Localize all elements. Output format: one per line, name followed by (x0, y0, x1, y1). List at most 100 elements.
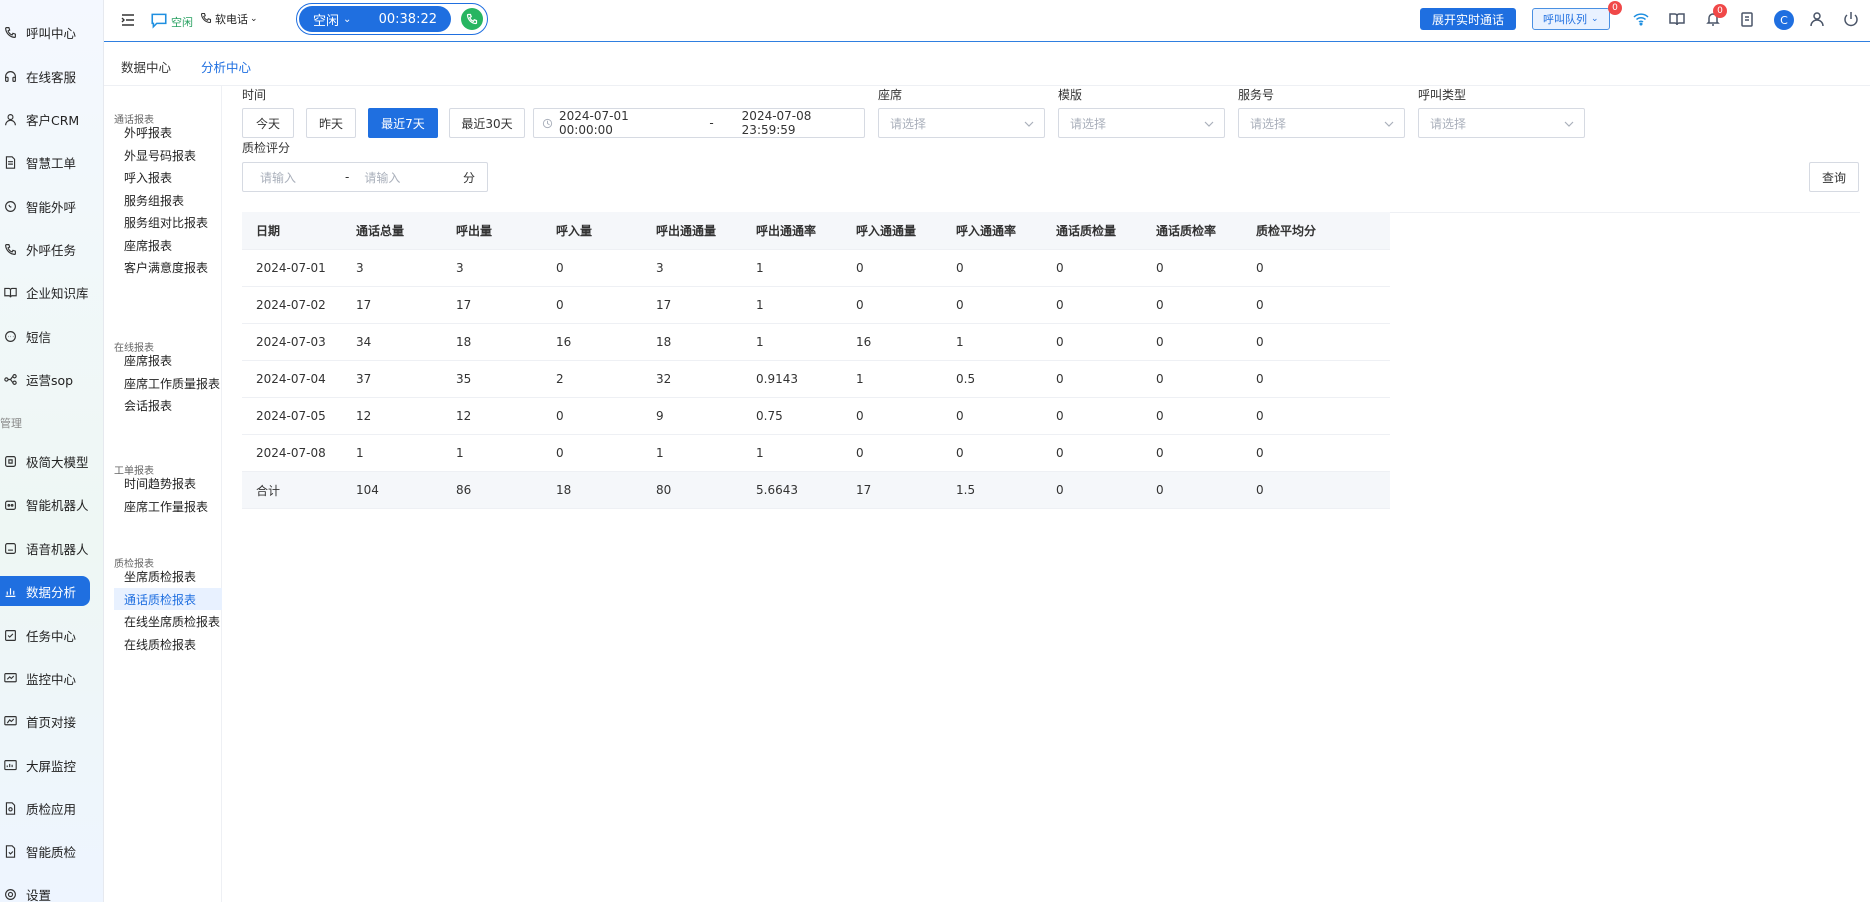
document-icon (3, 155, 17, 169)
service-number-select[interactable]: 请选择 (1238, 108, 1405, 138)
sidebar-item-inspect-app[interactable]: 质检应用 (0, 793, 92, 823)
softphone-selector[interactable]: 软电话 ⌄ (200, 11, 258, 27)
cell-inspection-count: 0 (1056, 409, 1064, 423)
sidebar-item-homepage[interactable]: 首页对接 (0, 706, 92, 736)
sidebar-item-knowledge-base[interactable]: 企业知识库 (0, 277, 92, 307)
clipboard-icon[interactable] (1738, 10, 1756, 28)
report-item-call-inspection[interactable]: 通话质检报表 (114, 588, 222, 610)
cell-inbound: 16 (556, 335, 572, 349)
report-item-agent-inspection[interactable]: 坐席质检报表 (114, 565, 222, 587)
sidebar-item-task-center[interactable]: 任务中心 (0, 620, 92, 650)
report-item-service-group[interactable]: 服务组报表 (114, 189, 222, 211)
sidebar-item-label: 企业知识库 (26, 285, 89, 301)
report-item-inbound[interactable]: 呼入报表 (114, 166, 222, 188)
yesterday-button[interactable]: 昨天 (306, 108, 356, 138)
report-item-satisfaction[interactable]: 客户满意度报表 (114, 256, 222, 278)
tab-data-center[interactable]: 数据中心 (121, 57, 171, 76)
sidebar-item-label: 客户CRM (26, 112, 80, 128)
wifi-icon[interactable] (1632, 10, 1650, 28)
chevron-down-icon: ⌄ (250, 14, 258, 24)
sidebar-item-data-analysis[interactable]: 数据分析 (0, 576, 90, 606)
report-item-agent[interactable]: 座席报表 (114, 234, 222, 256)
call-status-pill[interactable]: 空闲 ⌄ 00:38:22 (296, 3, 488, 35)
report-item-online-inspection[interactable]: 在线质检报表 (114, 633, 222, 655)
sidebar-item-workorder[interactable]: 智慧工单 (0, 147, 92, 177)
sidebar-item-bigscreen[interactable]: 大屏监控 (0, 750, 92, 780)
call-type-select[interactable]: 请选择 (1418, 108, 1585, 138)
sidebar-item-monitor-center[interactable]: 监控中心 (0, 663, 92, 693)
report-item-online-agent[interactable]: 座席报表 (114, 349, 222, 371)
last-30-days-button[interactable]: 最近30天 (449, 108, 525, 138)
sidebar-item-label: 智能外呼 (26, 199, 77, 215)
sidebar-item-robot[interactable]: 智能机器人 (0, 489, 92, 519)
last-7-days-button[interactable]: 最近7天 (368, 108, 438, 138)
chevron-down-icon: ⌄ (1591, 14, 1599, 24)
report-item-agent-quality[interactable]: 座席工作质量报表 (114, 372, 222, 394)
dial-button[interactable] (461, 8, 483, 30)
sidebar-item-crm[interactable]: 客户CRM (0, 104, 92, 134)
chevron-down-icon (1024, 118, 1034, 128)
header-inspection-rate: 通话质检率 (1156, 224, 1217, 238)
date-start[interactable]: 2024-07-01 00:00:00 (559, 109, 681, 137)
sidebar-item-settings[interactable]: 设置 (0, 879, 92, 902)
tab-analysis-center[interactable]: 分析中心 (201, 57, 251, 76)
inspect-icon (3, 801, 17, 815)
cell-outbound-connected: 18 (656, 335, 672, 349)
total-outbound-connected: 80 (656, 483, 672, 497)
query-button[interactable]: 查询 (1809, 162, 1859, 192)
score-min-input[interactable]: 请输入 (260, 169, 296, 186)
report-item-time-trend[interactable]: 时间趋势报表 (114, 472, 222, 494)
cell-inbound: 0 (556, 261, 564, 275)
report-item-service-group-compare[interactable]: 服务组对比报表 (114, 211, 222, 233)
sidebar-item-voice-robot[interactable]: 语音机器人 (0, 533, 92, 563)
menu-toggle-icon[interactable] (120, 12, 136, 28)
sidebar-item-smart-outbound[interactable]: 智能外呼 (0, 191, 92, 221)
sidebar-item-online-service[interactable]: 在线客服 (0, 61, 92, 91)
template-select[interactable]: 请选择 (1058, 108, 1225, 138)
sidebar-item-outbound-task[interactable]: 外呼任务 (0, 234, 92, 264)
table-total-row: 合计 104 86 18 80 5.6643 17 1.5 0 0 0 (242, 472, 1390, 509)
user-icon[interactable] (1808, 10, 1826, 28)
cell-inbound: 0 (556, 298, 564, 312)
sidebar-item-sms[interactable]: 短信 (0, 321, 92, 351)
sidebar-item-label: 质检应用 (26, 801, 77, 817)
power-icon[interactable] (1842, 10, 1860, 28)
report-item-session[interactable]: 会话报表 (114, 394, 222, 416)
cell-inbound-rate: 0 (956, 261, 964, 275)
sidebar-item-label: 任务中心 (26, 628, 77, 644)
date-range-picker[interactable]: 2024-07-01 00:00:00 - 2024-07-08 23:59:5… (533, 108, 865, 138)
robot-icon (3, 497, 17, 511)
sidebar-item-call-center[interactable]: 呼叫中心 (0, 17, 92, 47)
header-inbound-rate: 呼入通通率 (956, 224, 1017, 238)
book-icon[interactable] (1668, 10, 1686, 28)
score-max-input[interactable]: 请输入 (364, 169, 400, 186)
today-button[interactable]: 今天 (242, 108, 294, 138)
score-range-input[interactable]: 请输入 - 请输入 分 (242, 162, 488, 192)
report-item-outbound[interactable]: 外呼报表 (114, 121, 222, 143)
table-row: 2024-07-05 12 12 0 9 0.75 0 0 0 0 0 (242, 398, 1390, 435)
call-status-area[interactable]: 空闲 ⌄ 00:38:22 (299, 6, 451, 32)
sidebar-item-smart-inspect[interactable]: 智能质检 (0, 836, 92, 866)
call-queue-button[interactable]: 呼叫队列 ⌄ (1532, 8, 1610, 30)
sidebar-item-llm[interactable]: 极简大模型 (0, 446, 92, 476)
cell-outbound: 18 (456, 335, 472, 349)
sidebar-item-sop[interactable]: 运营sop (0, 364, 92, 394)
header-outbound: 呼出量 (456, 224, 493, 238)
report-item-display-number[interactable]: 外显号码报表 (114, 144, 222, 166)
cell-avg-score: 0 (1256, 335, 1264, 349)
softphone-label: 软电话 (215, 13, 248, 26)
chat-status-icon (150, 11, 168, 32)
cell-total-calls: 37 (356, 372, 372, 386)
template-select-placeholder: 请选择 (1070, 116, 1107, 131)
cell-inbound: 2 (556, 372, 564, 386)
date-end[interactable]: 2024-07-08 23:59:59 (742, 109, 864, 137)
agent-select[interactable]: 请选择 (878, 108, 1045, 138)
report-item-online-agent-inspection[interactable]: 在线坐席质检报表 (114, 610, 222, 632)
cell-date: 2024-07-08 (256, 446, 326, 460)
avatar[interactable]: C (1774, 10, 1794, 30)
expand-live-call-button[interactable]: 展开实时通话 (1420, 8, 1517, 30)
header-outbound-rate: 呼出通通率 (756, 224, 817, 238)
agent-status[interactable]: 空闲 (150, 11, 193, 32)
secondary-tabs: 数据中心 分析中心 (104, 43, 1870, 86)
report-item-agent-workload[interactable]: 座席工作量报表 (114, 495, 222, 517)
